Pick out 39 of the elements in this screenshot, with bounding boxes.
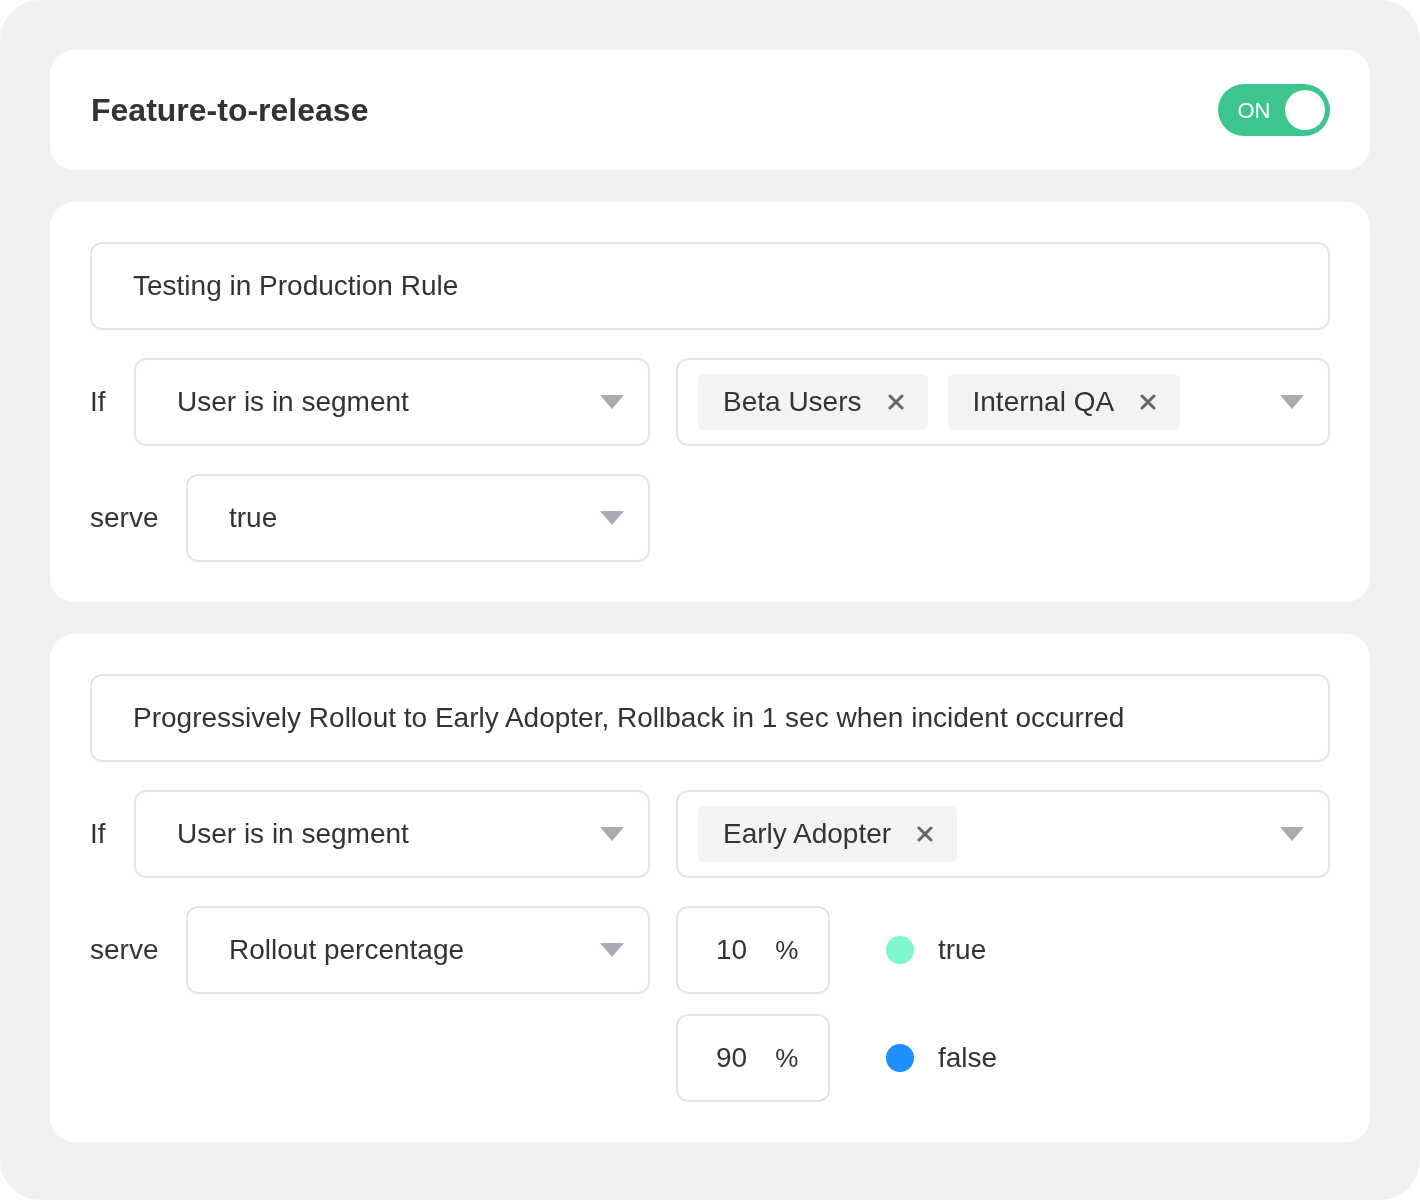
percent-unit: % [775,933,799,967]
percentage-field[interactable]: 90 % [676,1014,830,1102]
serve-label: serve [90,501,159,535]
dropdown[interactable]: true [186,474,650,562]
tag-label: Early Adopter [723,817,892,851]
variant-label: true [938,933,987,967]
if-label: If [90,385,107,419]
caret-icon [1280,395,1304,409]
dropdown[interactable]: User is in segment [134,790,650,878]
feature-title: Feature-to-release [91,91,369,130]
close-icon[interactable] [917,826,934,842]
tag-label: Beta Users [723,385,862,419]
segment-select[interactable]: Beta Users Internal QA [676,358,1330,446]
segment-select[interactable]: Early Adopter [676,790,1330,878]
close-icon[interactable] [887,394,904,410]
variant-label: false [938,1041,998,1075]
rule-name-field[interactable]: Progressively Rollout to Early Adopter, Rollback in 1 sec when incident occurred [90,674,1330,762]
toggle-label: ON [1236,96,1272,125]
dropdown-value: User is in segment [177,817,409,851]
serve-label: serve [90,933,159,967]
close-icon[interactable] [1140,394,1157,410]
caret-icon [600,827,624,841]
percentage-value: 10 [716,933,748,967]
caret-icon [600,943,624,957]
dropdown-value: true [229,501,278,535]
caret-icon [600,395,624,409]
percentage-value: 90 [716,1041,748,1075]
if-label: If [90,817,107,851]
dropdown-value: User is in segment [177,385,409,419]
toggle-knob [1285,90,1325,130]
caret-icon [600,511,624,525]
rule-name-field[interactable]: Testing in Production Rule [90,242,1330,330]
dropdown[interactable]: Rollout percentage [186,906,650,994]
percentage-field[interactable]: 10 % [676,906,830,994]
caret-icon [1280,827,1304,841]
tag-label: Internal QA [972,385,1115,419]
dropdown[interactable]: User is in segment [134,358,650,446]
dropdown-value: Rollout percentage [229,933,465,967]
percent-unit: % [775,1041,799,1075]
